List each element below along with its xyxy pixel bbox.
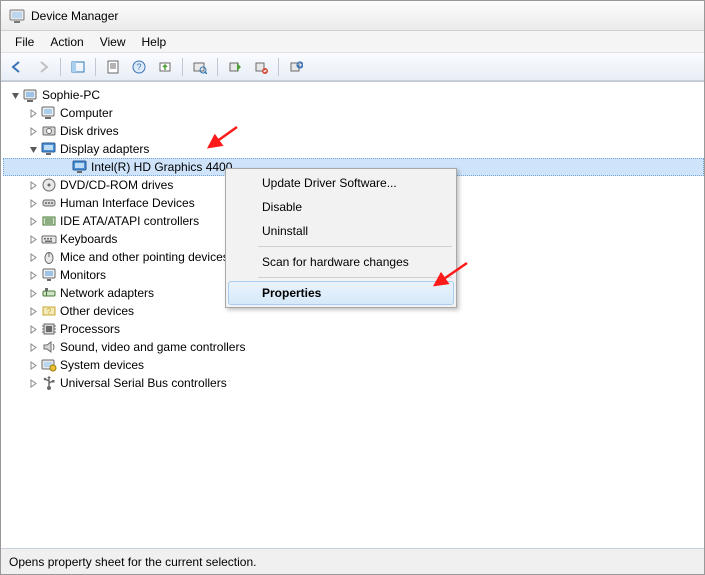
toolbar-separator xyxy=(217,58,218,76)
properties-button[interactable] xyxy=(101,56,125,78)
tree-item-label: Keyboards xyxy=(60,232,117,246)
computer-icon xyxy=(41,105,57,121)
expand-icon[interactable] xyxy=(27,377,39,389)
tree-item-label: Mice and other pointing devices xyxy=(60,250,229,264)
svg-text:?: ? xyxy=(136,62,141,72)
mouse-icon xyxy=(41,249,57,265)
toolbar-separator xyxy=(182,58,183,76)
help-button[interactable]: ? xyxy=(127,56,151,78)
tree-category-1[interactable]: Disk drives xyxy=(3,122,704,140)
root-icon xyxy=(23,87,39,103)
enable-button[interactable] xyxy=(223,56,247,78)
tree-category-0[interactable]: Computer xyxy=(3,104,704,122)
expand-icon[interactable] xyxy=(27,359,39,371)
display-icon xyxy=(72,159,88,175)
menu-help[interactable]: Help xyxy=(134,33,175,51)
tree-item-label: Sophie-PC xyxy=(42,88,100,102)
tree-item-label: Computer xyxy=(60,106,113,120)
collapse-icon[interactable] xyxy=(27,143,39,155)
monitor-icon xyxy=(41,267,57,283)
ide-icon xyxy=(41,213,57,229)
context-menu: Update Driver Software...DisableUninstal… xyxy=(225,168,457,308)
context-menu-item-0[interactable]: Update Driver Software... xyxy=(228,171,454,195)
tree-root-node[interactable]: Sophie-PC xyxy=(3,86,704,104)
show-hide-tree-button[interactable] xyxy=(66,56,90,78)
status-text: Opens property sheet for the current sel… xyxy=(9,555,256,569)
hid-icon xyxy=(41,195,57,211)
expand-icon[interactable] xyxy=(27,197,39,209)
tree-item-label: Other devices xyxy=(60,304,134,318)
expand-icon[interactable] xyxy=(27,179,39,191)
collapse-icon[interactable] xyxy=(9,89,21,101)
display-icon xyxy=(41,141,57,157)
expand-icon[interactable] xyxy=(27,125,39,137)
scan-hardware-button[interactable] xyxy=(188,56,212,78)
device-tree-panel[interactable]: Sophie-PC Computer Disk drives Display adap… xyxy=(1,81,704,548)
toolbar: ? xyxy=(1,53,704,81)
context-menu-item-3[interactable]: Scan for hardware changes xyxy=(228,250,454,274)
expand-icon[interactable] xyxy=(27,269,39,281)
tree-item-label: DVD/CD-ROM drives xyxy=(60,178,173,192)
expand-icon[interactable] xyxy=(27,215,39,227)
expand-icon[interactable] xyxy=(27,305,39,317)
update-driver-button[interactable] xyxy=(153,56,177,78)
uninstall-button[interactable] xyxy=(249,56,273,78)
tree-category-11[interactable]: Processors xyxy=(3,320,704,338)
cpu-icon xyxy=(41,321,57,337)
context-menu-item-4[interactable]: Properties xyxy=(228,281,454,305)
sound-icon xyxy=(41,339,57,355)
tree-item-label: Network adapters xyxy=(60,286,154,300)
expand-icon[interactable] xyxy=(27,251,39,263)
tree-item-label: Sound, video and game controllers xyxy=(60,340,245,354)
back-button[interactable] xyxy=(5,56,29,78)
toolbar-separator xyxy=(60,58,61,76)
menu-bar: File Action View Help xyxy=(1,31,704,53)
toolbar-separator xyxy=(95,58,96,76)
expand-icon[interactable] xyxy=(27,341,39,353)
context-menu-item-1[interactable]: Disable xyxy=(228,195,454,219)
tree-item-label: Display adapters xyxy=(60,142,149,156)
tree-item-label: Universal Serial Bus controllers xyxy=(60,376,227,390)
tree-category-12[interactable]: Sound, video and game controllers xyxy=(3,338,704,356)
tree-category-14[interactable]: Universal Serial Bus controllers xyxy=(3,374,704,392)
context-menu-separator xyxy=(258,277,452,278)
tree-category-13[interactable]: System devices xyxy=(3,356,704,374)
optical-icon xyxy=(41,177,57,193)
tree-category-2[interactable]: Display adapters xyxy=(3,140,704,158)
expand-icon[interactable] xyxy=(27,323,39,335)
tree-item-label: Intel(R) HD Graphics 4400 xyxy=(91,160,232,174)
disk-icon xyxy=(41,123,57,139)
legacy-hardware-button[interactable] xyxy=(284,56,308,78)
context-menu-item-2[interactable]: Uninstall xyxy=(228,219,454,243)
system-icon xyxy=(41,357,57,373)
tree-spacer xyxy=(58,161,70,173)
forward-button[interactable] xyxy=(31,56,55,78)
keyboard-icon xyxy=(41,231,57,247)
status-bar: Opens property sheet for the current sel… xyxy=(1,548,704,574)
menu-view[interactable]: View xyxy=(92,33,134,51)
context-menu-separator xyxy=(258,246,452,247)
tree-item-label: Disk drives xyxy=(60,124,119,138)
network-icon xyxy=(41,285,57,301)
tree-item-label: IDE ATA/ATAPI controllers xyxy=(60,214,199,228)
svg-text:?: ? xyxy=(47,307,52,316)
tree-item-label: Human Interface Devices xyxy=(60,196,195,210)
device-manager-icon xyxy=(9,8,25,24)
expand-icon[interactable] xyxy=(27,107,39,119)
expand-icon[interactable] xyxy=(27,233,39,245)
window-title: Device Manager xyxy=(31,9,118,23)
toolbar-separator xyxy=(278,58,279,76)
title-bar: Device Manager xyxy=(1,1,704,31)
menu-action[interactable]: Action xyxy=(42,33,91,51)
menu-file[interactable]: File xyxy=(7,33,42,51)
usb-icon xyxy=(41,375,57,391)
tree-item-label: Monitors xyxy=(60,268,106,282)
other-icon: ? xyxy=(41,303,57,319)
tree-item-label: System devices xyxy=(60,358,144,372)
expand-icon[interactable] xyxy=(27,287,39,299)
tree-item-label: Processors xyxy=(60,322,120,336)
